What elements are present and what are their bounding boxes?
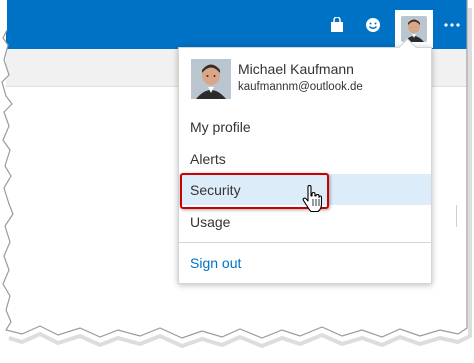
menu-item-my-profile[interactable]: My profile (179, 111, 431, 142)
user-name: Michael Kaufmann (238, 61, 354, 77)
account-menu-dropdown: Michael Kaufmann kaufmannm@outlook.de My… (178, 47, 432, 284)
hand-cursor-icon (302, 185, 322, 213)
avatar (191, 59, 231, 99)
screenshot-frame: Michael Kaufmann kaufmannm@outlook.de My… (0, 0, 474, 363)
menu-item-alerts[interactable]: Alerts (179, 143, 431, 174)
user-email: kaufmannm@outlook.de (238, 81, 363, 93)
profile-header: Michael Kaufmann kaufmannm@outlook.de (191, 59, 421, 99)
sign-out-link[interactable]: Sign out (179, 247, 431, 278)
menu-divider (179, 242, 431, 243)
